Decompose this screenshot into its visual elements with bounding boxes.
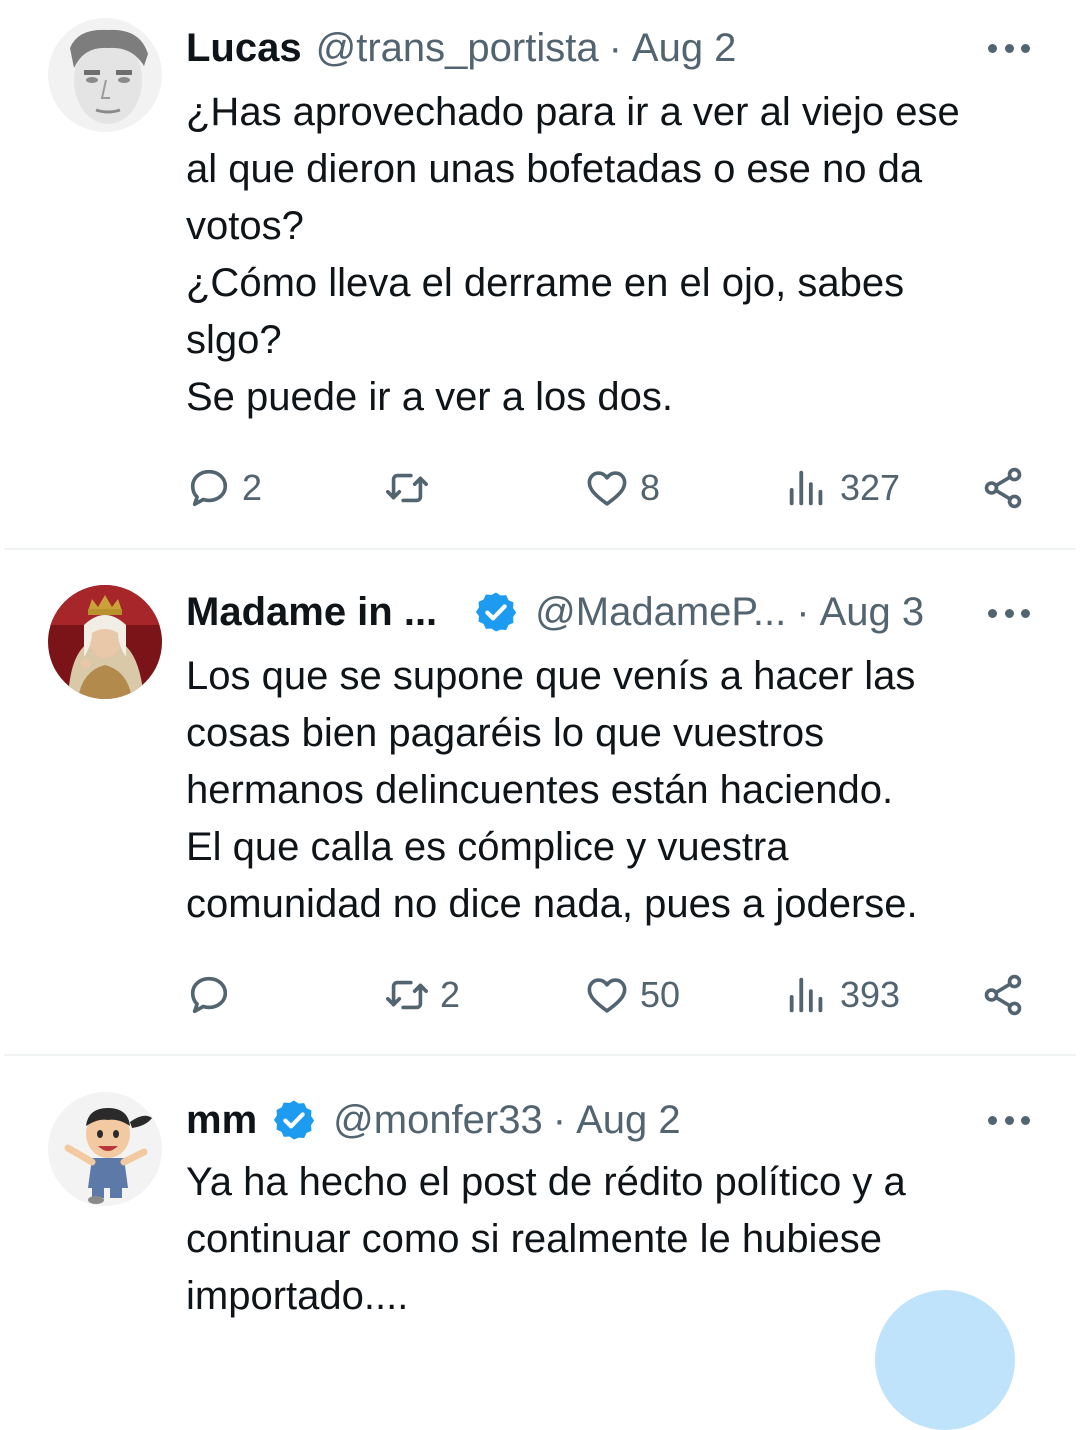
reply-button[interactable] [186,967,242,1023]
heart-icon [587,471,627,506]
author-name[interactable]: Madame in ... [186,590,437,635]
reply-count: 2 [242,467,263,508]
views-count: 393 [840,974,901,1015]
retweet-icon [386,980,428,1010]
views-button[interactable]: 327 [784,460,900,516]
text-line: El que calla es cómplice y vuestra [186,825,789,869]
text-line: slgo? [186,318,282,362]
text-line: cosas bien pagaréis lo que vuestros [186,711,825,755]
views-icon [789,470,823,506]
reply-icon [190,469,228,507]
author-handle[interactable]: @MadameP... [535,590,786,635]
timestamp[interactable]: Aug 2 [576,1098,681,1143]
tweet-madame[interactable]: Madame in ... @MadameP... · Aug 3 Los qu… [0,550,1080,1056]
text-line: continuar como si realmente le hubiese [186,1217,882,1261]
text-line: al que dieron unas bofetadas o ese no da [186,147,923,191]
compose-button[interactable] [875,1290,1015,1430]
views-count: 327 [840,467,901,508]
text-line: votos? [186,204,304,248]
tweet-mm[interactable]: mm @monfer33 · Aug 2 Ya ha hecho el post… [0,1056,1080,1318]
share-button[interactable] [980,967,1026,1023]
tweet-header: Madame in ... @MadameP... · Aug 3 [186,582,1030,642]
retweet-count: 2 [440,974,461,1015]
more-icon[interactable] [988,1114,1030,1126]
avatar-mm[interactable] [48,1092,162,1206]
verified-badge-icon [271,1097,317,1143]
retweet-icon [386,473,428,503]
tweet-header: Lucas @trans_portista · Aug 2 [186,18,1030,78]
tweet-header: mm @monfer33 · Aug 2 [186,1090,1030,1150]
share-icon [984,467,1022,509]
author-handle[interactable]: @trans_portista [316,26,599,71]
retweet-button[interactable] [384,460,440,516]
reply-button[interactable]: 2 [186,460,262,516]
text-line: ¿Has aprovechado para ir a ver al viejo … [186,90,960,134]
text-line: Se puede ir a ver a los dos. [186,375,673,419]
like-count: 8 [640,467,661,508]
verified-badge-icon [473,589,519,635]
text-line: hermanos delincuentes están haciendo. [186,768,894,812]
retweet-button[interactable]: 2 [384,967,460,1023]
views-icon [789,977,823,1013]
avatar-lucas[interactable] [48,18,162,132]
share-icon [984,974,1022,1016]
text-line: Ya ha hecho el post de rédito político y… [186,1160,906,1204]
heart-icon [587,978,627,1013]
like-button[interactable]: 8 [584,460,660,516]
author-name[interactable]: mm [186,1098,257,1143]
tweet-lucas[interactable]: Lucas @trans_portista · Aug 2 ¿Has aprov… [0,0,1080,550]
timestamp[interactable]: Aug 2 [632,26,737,71]
tweet-text: Los que se supone que venís a hacer las … [186,648,1040,933]
more-icon[interactable] [988,607,1030,619]
like-count: 50 [640,974,681,1015]
action-bar: 2 50 393 [186,967,1036,1023]
more-icon[interactable] [988,42,1030,54]
like-button[interactable]: 50 [584,967,680,1023]
separator-dot: · [552,1097,567,1142]
share-button[interactable] [980,460,1026,516]
author-handle[interactable]: @monfer33 [333,1098,543,1143]
action-bar: 2 8 327 [186,460,1036,516]
text-line: comunidad no dice nada, pues a joderse. [186,882,918,926]
text-line: ¿Cómo lleva el derrame en el ojo, sabes [186,261,905,305]
reply-icon [190,976,228,1014]
avatar-madame[interactable] [48,585,162,699]
author-name[interactable]: Lucas [186,26,302,71]
timestamp[interactable]: Aug 3 [820,590,925,635]
separator-dot: · [796,589,810,634]
text-line: Los que se supone que venís a hacer las [186,654,916,698]
views-button[interactable]: 393 [784,967,900,1023]
separator-dot: · [608,25,622,70]
tweet-text: ¿Has aprovechado para ir a ver al viejo … [186,84,1040,426]
